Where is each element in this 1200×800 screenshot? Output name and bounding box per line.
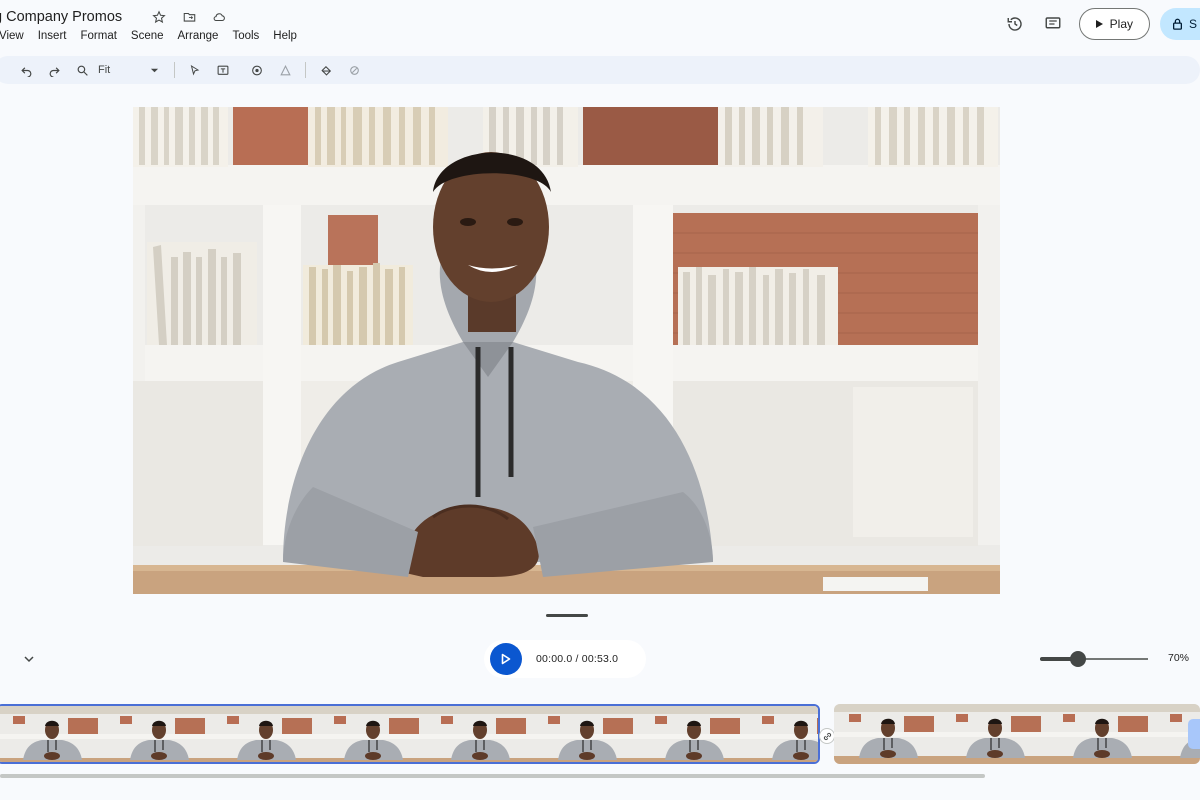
menu-scene[interactable]: Scene: [124, 30, 171, 42]
cursor-icon[interactable]: [183, 59, 207, 81]
zoom-select[interactable]: Fit: [98, 59, 132, 81]
toolbar: Fit: [0, 56, 1200, 84]
clip-frame: [533, 706, 640, 762]
vids-app: g Company Promos View Insert Format Scen…: [0, 0, 1200, 800]
clip-frame: [640, 706, 747, 762]
zoom-icon[interactable]: [70, 59, 94, 81]
clip-frame: [105, 706, 212, 762]
menu-arrange[interactable]: Arrange: [171, 30, 226, 42]
play-icon: [501, 653, 511, 665]
scene-dropdown[interactable]: [0, 648, 34, 670]
link-icon[interactable]: [819, 728, 835, 744]
paint-icon[interactable]: [314, 59, 338, 81]
panel-resize-handle[interactable]: [546, 614, 588, 617]
effect-icon[interactable]: [342, 59, 366, 81]
title-icons: [150, 8, 228, 26]
timeline-play-button[interactable]: [490, 643, 522, 675]
lock-icon: [1173, 18, 1182, 30]
clip-frame: [212, 706, 319, 762]
shape-icon[interactable]: [273, 59, 297, 81]
timeline-clip-2[interactable]: [834, 704, 1200, 764]
cloud-icon[interactable]: [210, 8, 228, 26]
chevron-down-icon[interactable]: [142, 59, 166, 81]
timeline-end-handle[interactable]: [1188, 719, 1200, 749]
star-icon[interactable]: [150, 8, 168, 26]
clip-frame: [0, 706, 105, 762]
play-icon: [1095, 20, 1103, 28]
clip-frame: [1048, 704, 1155, 764]
history-icon[interactable]: [999, 8, 1031, 40]
move-folder-icon[interactable]: [180, 8, 198, 26]
top-actions: Play S: [999, 6, 1200, 42]
timeline-clip-1[interactable]: [0, 704, 820, 764]
document-title[interactable]: g Company Promos: [0, 9, 122, 25]
toolbar-divider: [305, 62, 306, 78]
share-button[interactable]: S: [1160, 8, 1200, 40]
menu-insert[interactable]: Insert: [31, 30, 74, 42]
playback-time: 00:00.0 / 00:53.0: [536, 653, 619, 665]
menu-format[interactable]: Format: [73, 30, 123, 42]
text-box-icon[interactable]: [211, 59, 235, 81]
clip-frame: [941, 704, 1048, 764]
title-bar: g Company Promos View Insert Format Scen…: [0, 0, 1200, 56]
clip-frame: [747, 706, 818, 762]
zoom-select-label: Fit: [98, 64, 111, 76]
redo-icon[interactable]: [42, 59, 66, 81]
timeline-zoom-slider[interactable]: [1040, 651, 1148, 667]
menu-help[interactable]: Help: [266, 30, 304, 42]
play-button-label: Play: [1109, 17, 1133, 31]
chevron-down-icon: [24, 656, 34, 663]
canvas-area: [0, 84, 1200, 624]
timeline-scrollbar[interactable]: [0, 774, 985, 778]
clip-frame: [319, 706, 426, 762]
image-icon[interactable]: [245, 59, 269, 81]
timeline-zoom-percent: 70%: [1168, 652, 1190, 664]
zoom-slider-knob[interactable]: [1069, 651, 1086, 667]
playback-bar: 00:00.0 / 00:53.0 70%: [0, 632, 1200, 686]
share-button-label: S: [1189, 17, 1198, 31]
timeline: [0, 694, 1200, 800]
video-scene-canvas[interactable]: [133, 107, 1000, 594]
comment-icon[interactable]: [1037, 8, 1069, 40]
menu-bar: View Insert Format Scene Arrange Tools H…: [0, 30, 304, 42]
clip-filmstrip: [0, 706, 818, 762]
clip-frame: [426, 706, 533, 762]
menu-view[interactable]: View: [0, 30, 31, 42]
play-button[interactable]: Play: [1078, 8, 1150, 40]
scene-video-frame: [133, 107, 1000, 594]
undo-icon[interactable]: [14, 59, 38, 81]
clip-frame: [834, 704, 941, 764]
menu-tools[interactable]: Tools: [225, 30, 266, 42]
toolbar-divider: [174, 62, 175, 78]
clip-filmstrip: [834, 704, 1200, 764]
playback-controls: 00:00.0 / 00:53.0: [484, 640, 646, 678]
